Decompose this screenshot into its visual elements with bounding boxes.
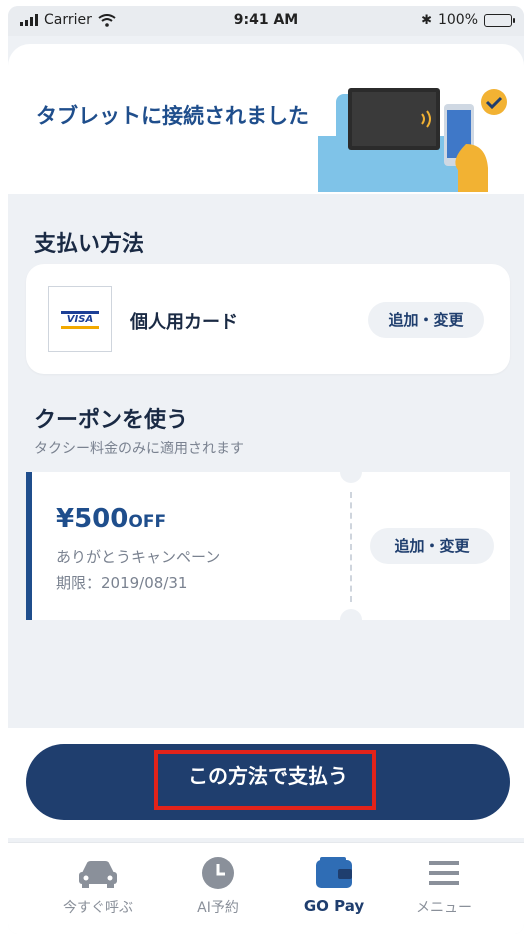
pay-with-this-method-button[interactable]: この方法で支払う bbox=[26, 744, 510, 820]
card-name: 個人用カード bbox=[130, 312, 238, 333]
change-payment-button[interactable]: 追加・変更 bbox=[368, 302, 484, 338]
coupon-amount-suffix: OFF bbox=[128, 512, 167, 532]
clock-icon bbox=[202, 857, 234, 889]
card-thumbnail: VISA bbox=[48, 286, 112, 352]
pay-button-area: この方法で支払う bbox=[8, 728, 524, 838]
tab-bar: 今すぐ呼ぶ AI予約 GO Pay メニュー bbox=[8, 842, 524, 934]
coupon-note: タクシー料金のみに適用されます bbox=[34, 441, 244, 457]
coupon-notch-top bbox=[340, 461, 362, 483]
menu-icon bbox=[429, 861, 459, 885]
car-icon bbox=[79, 861, 117, 888]
coupon-perforation bbox=[350, 492, 352, 602]
tab-label: メニュー bbox=[416, 900, 472, 916]
phone-screen: Carrier 9:41 AM ✱ 100% タブレットに接続されました 支払い… bbox=[8, 6, 524, 934]
tab-go-pay[interactable]: GO Pay bbox=[274, 855, 394, 915]
visa-logo: VISA bbox=[61, 311, 99, 329]
tab-label: 今すぐ呼ぶ bbox=[63, 900, 133, 916]
tab-label: GO Pay bbox=[303, 897, 365, 915]
coupon-amount-value: ¥500 bbox=[56, 504, 129, 534]
battery-percent: 100% bbox=[437, 12, 478, 28]
bluetooth-icon: ✱ bbox=[421, 12, 432, 28]
wallet-icon bbox=[316, 857, 352, 888]
pay-button-label: この方法で支払う bbox=[188, 764, 348, 788]
status-bar: Carrier 9:41 AM ✱ 100% bbox=[8, 6, 524, 36]
connection-banner: タブレットに接続されました bbox=[8, 44, 524, 194]
coupon-ticket[interactable]: ¥500OFF ありがとうキャンペーン 期限：2019/08/31 追加・変更 bbox=[26, 461, 510, 631]
tab-label: AI予約 bbox=[197, 900, 239, 916]
payment-sheet: タブレットに接続されました 支払い方法 VISA 個人用カード 追加・変更 クー… bbox=[8, 44, 524, 844]
battery-icon bbox=[484, 13, 515, 27]
tablet-connected-illustration bbox=[318, 88, 507, 192]
coupon-section-title: クーポンを使う bbox=[34, 408, 189, 433]
tab-call-now[interactable]: 今すぐ呼ぶ bbox=[38, 855, 158, 917]
payment-method-card[interactable]: VISA 個人用カード 追加・変更 bbox=[26, 264, 510, 374]
coupon-notch-bottom bbox=[340, 609, 362, 631]
coupon-expiry: 期限：2019/08/31 bbox=[56, 574, 188, 592]
banner-title: タブレットに接続されました bbox=[36, 104, 309, 128]
coupon-amount: ¥500OFF bbox=[56, 504, 166, 534]
tab-menu[interactable]: メニュー bbox=[384, 855, 504, 917]
coupon-accent-bar bbox=[26, 472, 32, 620]
tab-ai-reservation[interactable]: AI予約 bbox=[158, 855, 278, 917]
change-coupon-button[interactable]: 追加・変更 bbox=[370, 528, 494, 564]
coupon-campaign: ありがとうキャンペーン bbox=[56, 548, 221, 566]
payment-section-title: 支払い方法 bbox=[34, 232, 145, 257]
